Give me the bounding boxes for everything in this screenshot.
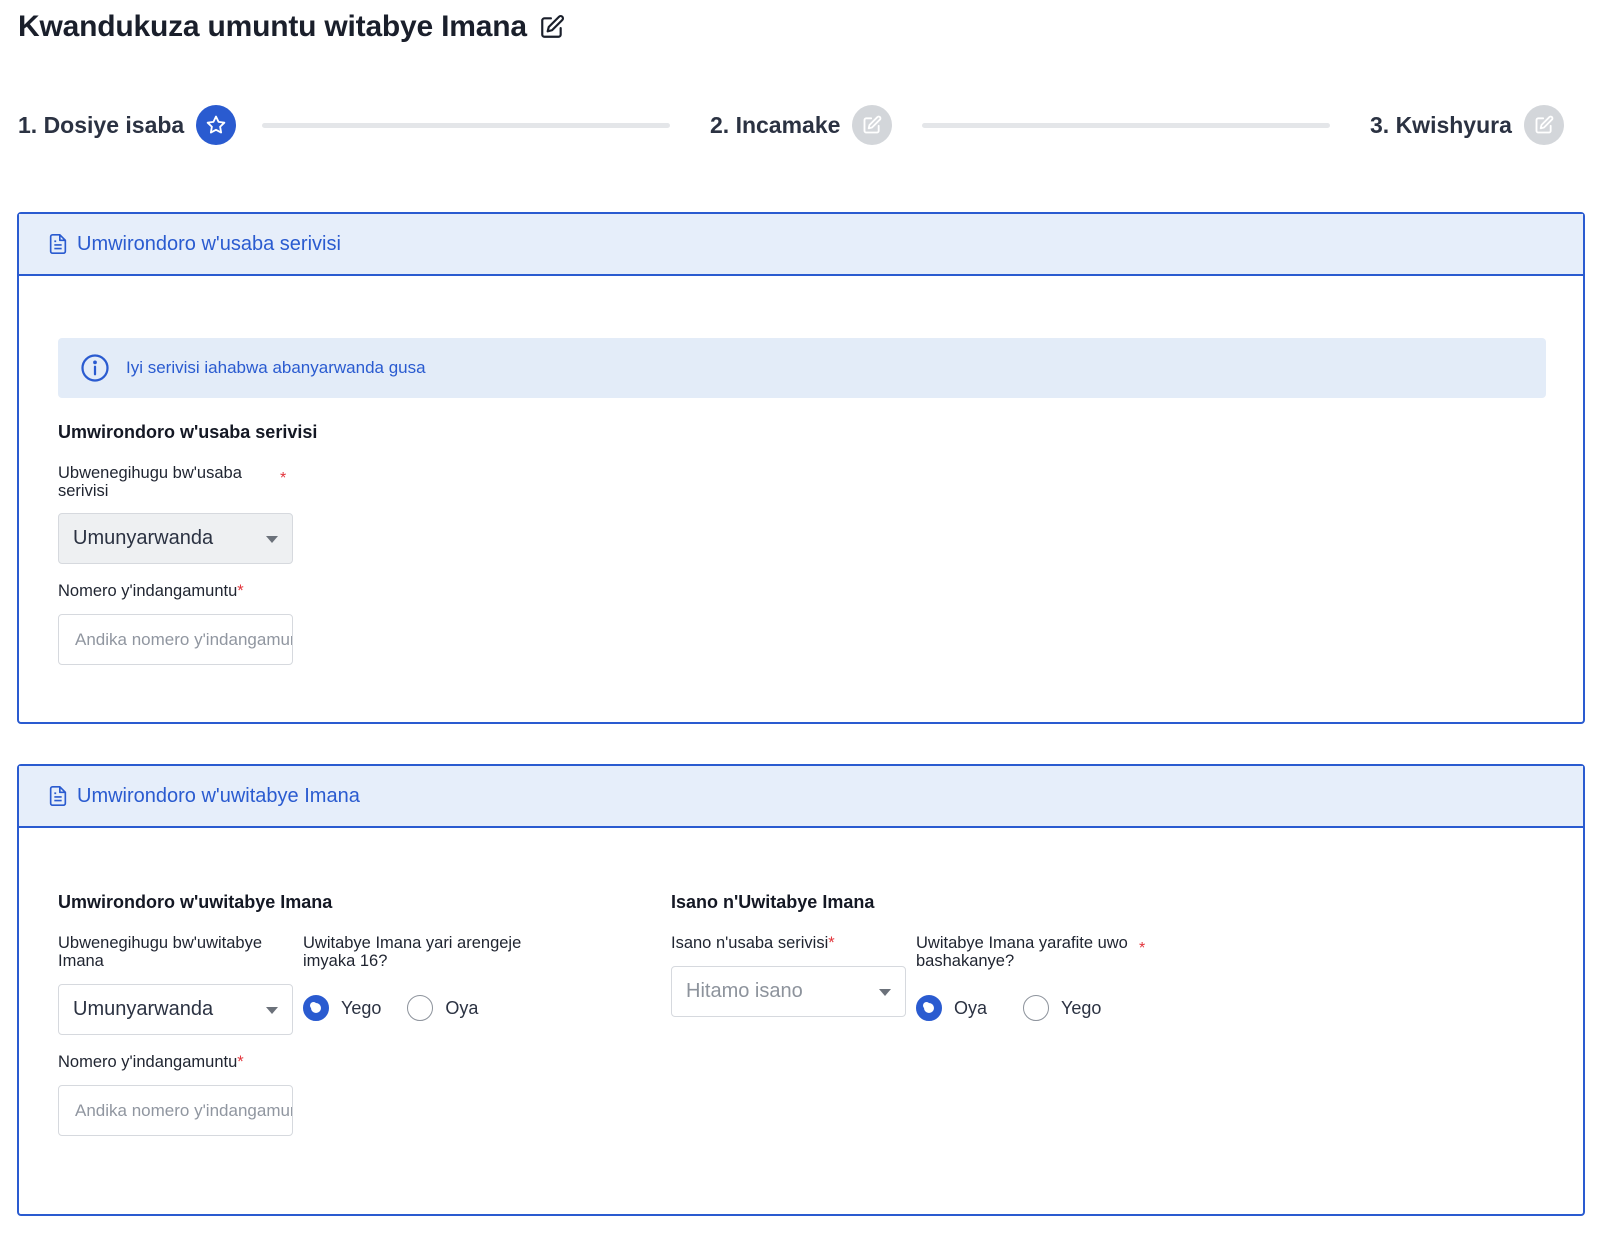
select-placeholder: Hitamo isano [686, 980, 803, 1002]
nationality-label: Ubwenegihugu bw'usaba serivisi [58, 464, 273, 500]
step-connector [922, 123, 1330, 128]
age-radio-oya[interactable]: Oya [407, 995, 478, 1021]
document-icon [49, 234, 67, 254]
deceased-id-input[interactable] [58, 1085, 293, 1136]
deceased-panel-header: Umwirondoro w'uwitabye Imana [19, 766, 1583, 828]
required-marker: * [237, 582, 244, 600]
applicant-panel: Umwirondoro w'usaba serivisi Iyi serivis… [17, 212, 1585, 724]
id-number-label-text: Nomero y'indangamuntu [58, 582, 238, 600]
required-marker: * [237, 1053, 244, 1071]
step-status [852, 105, 893, 145]
step-kwishyura[interactable]: 3. Kwishyura [1370, 104, 1564, 146]
spouse-radio-group: Oya Yego [916, 995, 1127, 1021]
radio-label: Yego [341, 997, 382, 1018]
age-question-label: Uwitabye Imana yari arengeje imyaka 16? [303, 934, 522, 970]
page-title: Kwandukuza umuntu witabye Imana [18, 10, 527, 43]
document-icon [49, 786, 67, 806]
chevron-down-icon [266, 1007, 278, 1014]
radio-dot[interactable] [1023, 995, 1050, 1021]
step-connector [262, 123, 670, 128]
radio-dot[interactable] [407, 995, 434, 1021]
step-label: 2. Incamake [710, 111, 841, 138]
star-icon [206, 115, 226, 134]
spouse-radio-yego[interactable]: Yego [1023, 995, 1101, 1021]
info-icon [81, 354, 109, 382]
relation-section-title: Isano n'Uwitabye Imana [671, 892, 875, 912]
deceased-nationality-label: Ubwenegihugu bw'uwitabye Imana [58, 934, 263, 970]
relation-label-text: Isano n'usaba serivisi [671, 934, 829, 952]
spouse-radio-oya[interactable]: Oya [916, 995, 987, 1021]
radio-label: Yego [1061, 997, 1102, 1018]
chevron-down-icon [879, 989, 891, 996]
radio-label: Oya [445, 997, 479, 1018]
relation-select[interactable]: Hitamo isano [671, 966, 906, 1017]
select-value: Umunyarwanda [73, 998, 214, 1020]
age-radio-yego[interactable]: Yego [303, 995, 381, 1021]
required-marker: * [280, 470, 287, 487]
applicant-id-input[interactable] [58, 614, 293, 665]
section-title: Umwirondoro w'uwitabye Imana [58, 892, 333, 912]
panel-title: Umwirondoro w'uwitabye Imana [77, 784, 360, 807]
radio-dot[interactable] [303, 995, 329, 1021]
id-number-label: Nomero y'indangamuntu* [58, 582, 244, 600]
step-incamake[interactable]: 2. Incamake [710, 104, 893, 146]
section-title: Umwirondoro w'usaba serivisi [58, 422, 318, 442]
nationality-label-text: Ubwenegihugu bw'usaba serivisi [58, 464, 242, 500]
required-marker: * [828, 934, 835, 952]
edit-title-icon[interactable] [539, 14, 565, 40]
deceased-panel: Umwirondoro w'uwitabye Imana Umwirondoro… [17, 764, 1585, 1216]
applicant-panel-header: Umwirondoro w'usaba serivisi [19, 214, 1583, 276]
step-label: 3. Kwishyura [1370, 111, 1512, 138]
age-radio-group: Yego Oya [303, 995, 504, 1021]
progress-stepper: 1. Dosiye isaba 2. Incamake 3. Kwishyura [18, 104, 1586, 146]
step-dosiye-isaba[interactable]: 1. Dosiye isaba [18, 104, 237, 146]
radio-dot[interactable] [916, 995, 942, 1021]
deceased-id-label: Nomero y'indangamuntu* [58, 1053, 244, 1071]
id-number-label-text: Nomero y'indangamuntu [58, 1053, 238, 1071]
page-title-row: Kwandukuza umuntu witabye Imana [18, 10, 565, 44]
select-value: Umunyarwanda [73, 527, 214, 549]
deceased-nationality-select[interactable]: Umunyarwanda [58, 984, 293, 1035]
required-marker: * [1139, 940, 1146, 957]
step-label: 1. Dosiye isaba [18, 111, 185, 138]
edit-icon [1535, 115, 1554, 134]
info-text: Iyi serivisi iahabwa abanyarwanda gusa [126, 358, 426, 377]
radio-label: Oya [954, 997, 988, 1018]
panel-title: Umwirondoro w'usaba serivisi [77, 232, 341, 255]
spouse-question-label: Uwitabye Imana yarafite uwo bashakanye? [916, 934, 1128, 970]
step-status [1523, 105, 1564, 145]
step-status [196, 105, 237, 145]
chevron-down-icon [266, 536, 278, 543]
info-banner: Iyi serivisi iahabwa abanyarwanda gusa [58, 338, 1546, 398]
relation-label: Isano n'usaba serivisi* [671, 934, 835, 952]
applicant-nationality-select[interactable]: Umunyarwanda [58, 513, 293, 564]
edit-icon [864, 115, 882, 134]
